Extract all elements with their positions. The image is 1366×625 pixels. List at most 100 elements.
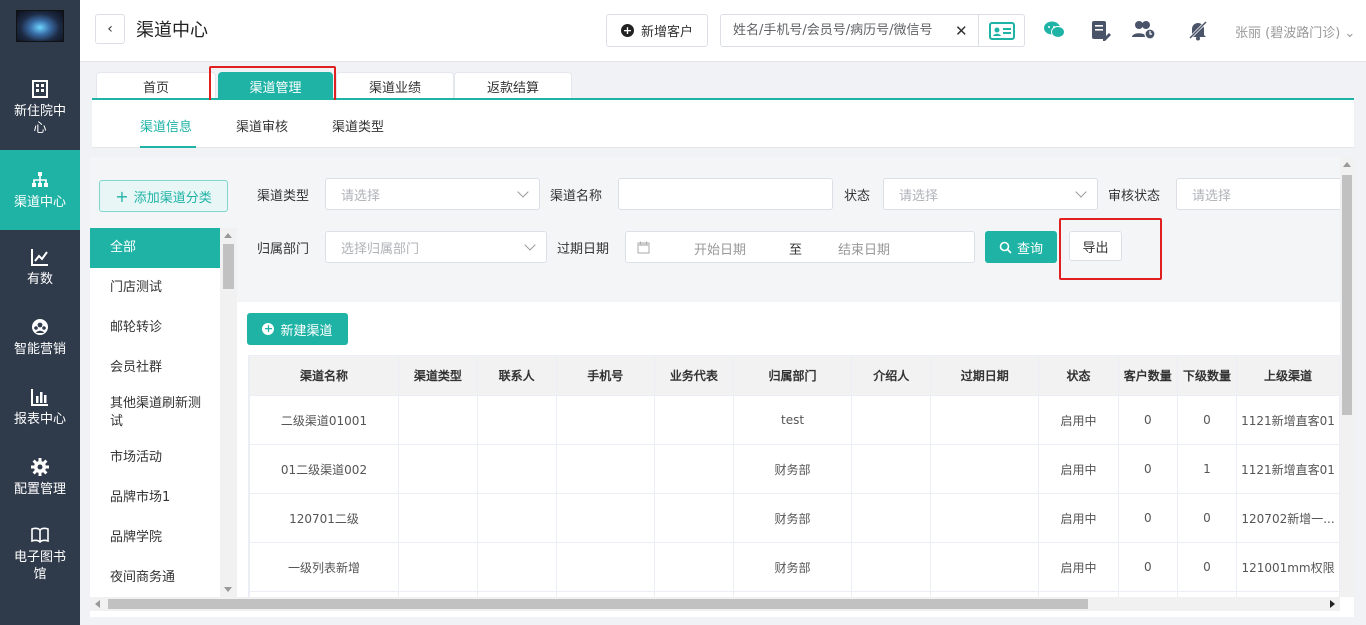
- category-item[interactable]: 会员社群: [90, 348, 220, 388]
- scrollbar-thumb[interactable]: [223, 244, 234, 289]
- column-header: 渠道类型: [398, 355, 478, 396]
- nav-item-smart-marketing[interactable]: 智能营销: [0, 302, 80, 372]
- table-cell: [653, 395, 734, 445]
- subtab-channel-review[interactable]: 渠道审核: [236, 116, 288, 135]
- nav-label: 有数: [26, 271, 53, 287]
- tab-refund-settlement[interactable]: 返款结算: [454, 72, 572, 100]
- tab-label: 返款结算: [486, 81, 539, 96]
- main-content: + 添加渠道分类 全部 门店测试 邮轮转诊 会员社群 其他渠道刷新测试 市场活动…: [90, 157, 1354, 617]
- dept-select[interactable]: 选择归属部门: [325, 231, 547, 263]
- id-card-scan-button[interactable]: [978, 15, 1025, 46]
- group-clock-icon[interactable]: [1130, 16, 1158, 44]
- nav-item-youshu[interactable]: 有数: [0, 232, 80, 302]
- category-scrollbar[interactable]: [220, 228, 237, 597]
- scrollbar-thumb[interactable]: [108, 599, 1088, 609]
- channel-name-label: 渠道名称: [550, 189, 603, 204]
- table-cell: 0: [1117, 444, 1178, 494]
- chevron-left-icon: ‹: [107, 21, 113, 37]
- scroll-down-icon[interactable]: [224, 587, 232, 592]
- close-icon[interactable]: ✕: [955, 22, 968, 40]
- nav-label: 渠道中心: [13, 194, 66, 210]
- category-item[interactable]: 夜间商务通: [90, 558, 220, 597]
- category-item[interactable]: 门店测试: [90, 268, 220, 308]
- table-cell: 启用中: [1038, 444, 1119, 494]
- scroll-left-icon[interactable]: [95, 600, 100, 608]
- scroll-right-icon[interactable]: [1330, 600, 1335, 608]
- sub-tabs: 渠道信息 渠道审核 渠道类型: [92, 100, 1354, 148]
- query-button[interactable]: 查询: [985, 231, 1057, 263]
- status-select[interactable]: 请选择: [883, 178, 1098, 210]
- category-item[interactable]: 邮轮转诊: [90, 308, 220, 348]
- table-cell: 启用中: [1038, 395, 1119, 445]
- table-row[interactable]: 120701二级 财务部 启用中 0 0 120702新增一...: [249, 493, 1340, 543]
- column-header: 业务代表: [653, 355, 734, 396]
- category-item[interactable]: 市场活动: [90, 438, 220, 478]
- table-row[interactable]: 01二级渠道002 财务部 启用中 0 1 1121新增直客01: [249, 444, 1340, 494]
- page-title: 渠道中心: [136, 20, 208, 41]
- nav-item-config[interactable]: 配置管理: [0, 442, 80, 512]
- subtab-channel-type[interactable]: 渠道类型: [332, 116, 384, 135]
- channel-name-input[interactable]: [618, 178, 833, 210]
- subtab-channel-info[interactable]: 渠道信息: [140, 116, 192, 135]
- scroll-up-icon[interactable]: [224, 233, 232, 238]
- table-cell: 0: [1117, 493, 1178, 543]
- column-header: 渠道名称: [249, 355, 399, 396]
- column-header: 手机号: [555, 355, 655, 396]
- marketing-icon: [32, 318, 48, 335]
- expiry-date-range[interactable]: 开始日期 至 结束日期: [625, 231, 975, 263]
- category-item[interactable]: 品牌市场1: [90, 478, 220, 518]
- new-customer-button[interactable]: + 新增客户: [606, 14, 708, 47]
- nav-item-library[interactable]: 电子图书馆: [0, 514, 80, 594]
- nav-label: 电子图书馆: [13, 550, 66, 582]
- nav-item-channel-center[interactable]: 渠道中心: [0, 150, 80, 230]
- table-row[interactable]: 二级渠道01001 test 启用中 0 0 1121新增直客01: [249, 395, 1340, 445]
- search-input[interactable]: [721, 15, 971, 46]
- current-user-menu[interactable]: 张丽 (碧波路门诊) ⌄: [1235, 22, 1355, 41]
- table-cell: 1121新增直客01: [1236, 444, 1340, 494]
- tab-home[interactable]: 首页: [96, 72, 216, 100]
- scroll-up-icon[interactable]: [1343, 162, 1351, 167]
- channel-type-select[interactable]: 请选择: [325, 178, 540, 210]
- wechat-icon[interactable]: [1040, 16, 1068, 44]
- select-placeholder: 请选择: [341, 188, 381, 204]
- nav-item-report-center[interactable]: 报表中心: [0, 372, 80, 442]
- building-icon: [32, 80, 48, 98]
- table-cell: 0: [1176, 542, 1238, 592]
- nav-item-inpatient[interactable]: 新住院中心: [0, 68, 80, 148]
- table-cell: 财务部: [732, 542, 853, 592]
- table-cell: 一级列表新增: [249, 542, 399, 592]
- document-edit-icon[interactable]: [1086, 16, 1114, 44]
- column-header: 客户数量: [1117, 355, 1178, 396]
- category-item[interactable]: 其他渠道刷新测试: [90, 388, 220, 438]
- table-cell: [476, 542, 557, 592]
- scrollbar-thumb[interactable]: [1342, 175, 1352, 415]
- table-cell: [653, 493, 734, 543]
- review-status-select[interactable]: 请选择: [1176, 178, 1346, 210]
- filter-panel: 渠道类型 请选择 渠道名称 状态 请选择 审核状态 请选择 归属部门 选择归属部…: [237, 157, 1346, 302]
- table-cell: [476, 493, 557, 543]
- back-button[interactable]: ‹: [95, 14, 125, 44]
- app-logo[interactable]: [16, 10, 64, 42]
- horizontal-scrollbar[interactable]: [90, 597, 1340, 611]
- table-cell: [476, 395, 557, 445]
- column-header: 上级渠道: [1236, 355, 1340, 396]
- tab-channel-performance[interactable]: 渠道业绩: [336, 72, 454, 100]
- column-header: 过期日期: [930, 355, 1040, 396]
- table-cell: 启用中: [1038, 493, 1119, 543]
- table-cell: [930, 444, 1040, 494]
- bell-off-icon[interactable]: [1184, 16, 1212, 44]
- calendar-icon: [637, 241, 650, 254]
- user-name: 张丽 (碧波路门诊): [1235, 26, 1341, 41]
- category-item[interactable]: 全部: [90, 228, 220, 268]
- bar-chart-icon: [31, 388, 48, 406]
- table-cell: [398, 395, 478, 445]
- tab-highlight-box: [209, 66, 336, 103]
- plus-circle-icon: +: [620, 24, 634, 37]
- table-cell: 财务部: [732, 444, 853, 494]
- vertical-scrollbar[interactable]: [1340, 157, 1354, 597]
- table-row[interactable]: 一级列表新增 财务部 启用中 0 0 121001mm权限: [249, 542, 1340, 592]
- new-channel-button[interactable]: + 新建渠道: [247, 313, 348, 345]
- add-category-button[interactable]: + 添加渠道分类: [99, 180, 228, 212]
- column-header: 联系人: [476, 355, 557, 396]
- category-item[interactable]: 品牌学院: [90, 518, 220, 558]
